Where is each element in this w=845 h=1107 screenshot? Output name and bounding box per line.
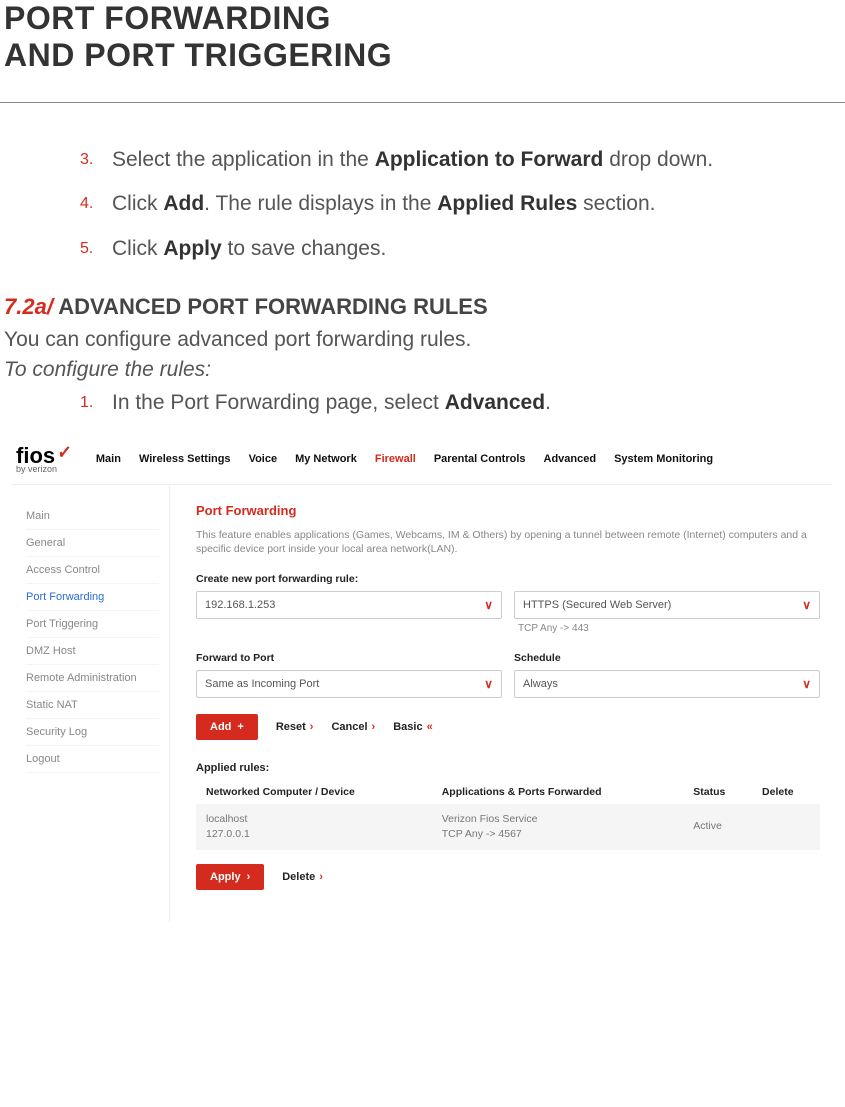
- step-text: Click Apply to save changes.: [112, 234, 386, 264]
- steps-list-a: 3. Select the application in the Applica…: [80, 145, 825, 264]
- sidebar-item-remote-admin[interactable]: Remote Administration: [26, 665, 159, 692]
- cell-device: localhost127.0.0.1: [196, 804, 432, 849]
- chevron-right-icon: ›: [310, 721, 314, 733]
- plus-icon: +: [237, 721, 243, 733]
- sidebar-item-port-triggering[interactable]: Port Triggering: [26, 611, 159, 638]
- top-bar: fios✓ by verizon Main Wireless Settings …: [12, 441, 832, 484]
- intro-text: You can configure advanced port forwardi…: [4, 328, 845, 352]
- schedule-select[interactable]: Always ∨: [514, 670, 820, 698]
- th-status: Status: [683, 782, 752, 804]
- delete-button[interactable]: Delete ›: [282, 871, 323, 883]
- router-ui-screenshot: fios✓ by verizon Main Wireless Settings …: [12, 441, 832, 922]
- step-text: Click Add. The rule displays in the Appl…: [112, 189, 656, 219]
- basic-button[interactable]: Basic «: [393, 721, 432, 733]
- content-description: This feature enables applications (Games…: [196, 528, 820, 557]
- add-button[interactable]: Add+: [196, 714, 258, 740]
- step-1: 1. In the Port Forwarding page, select A…: [80, 388, 825, 418]
- nav-wireless[interactable]: Wireless Settings: [139, 453, 231, 465]
- reset-button[interactable]: Reset›: [276, 721, 314, 733]
- nav-firewall[interactable]: Firewall: [375, 453, 416, 465]
- check-icon: ✓: [57, 442, 73, 464]
- content-panel: Port Forwarding This feature enables app…: [170, 485, 832, 922]
- nav-main[interactable]: Main: [96, 453, 121, 465]
- chevron-down-icon: ∨: [484, 598, 493, 612]
- sidebar-item-main[interactable]: Main: [26, 503, 159, 530]
- apply-button[interactable]: Apply ›: [196, 864, 264, 890]
- subintro-text: To configure the rules:: [4, 358, 845, 382]
- step-number: 3.: [80, 145, 112, 175]
- cell-status: Active: [683, 804, 752, 849]
- steps-list-b: 1. In the Port Forwarding page, select A…: [80, 388, 825, 418]
- fios-logo: fios✓ by verizon: [16, 445, 72, 474]
- applied-rules-label: Applied rules:: [196, 762, 820, 774]
- top-nav: Main Wireless Settings Voice My Network …: [96, 453, 713, 465]
- sidebar-item-static-nat[interactable]: Static NAT: [26, 692, 159, 719]
- nav-advanced[interactable]: Advanced: [544, 453, 597, 465]
- nav-parental[interactable]: Parental Controls: [434, 453, 526, 465]
- step-text: In the Port Forwarding page, select Adva…: [112, 388, 551, 418]
- chevron-down-icon: ∨: [802, 598, 811, 612]
- chevron-right-icon: ›: [247, 871, 251, 883]
- step-number: 1.: [80, 388, 112, 418]
- step-4: 4. Click Add. The rule displays in the A…: [80, 189, 825, 219]
- cancel-button[interactable]: Cancel›: [331, 721, 375, 733]
- sidebar-item-dmz[interactable]: DMZ Host: [26, 638, 159, 665]
- forward-port-select[interactable]: Same as Incoming Port ∨: [196, 670, 502, 698]
- chevron-right-icon: ›: [372, 721, 376, 733]
- chevron-right-icon: ›: [319, 871, 323, 883]
- schedule-label: Schedule: [514, 652, 820, 664]
- create-rule-label: Create new port forwarding rule:: [196, 573, 820, 585]
- chevron-double-left-icon: «: [427, 721, 433, 733]
- step-number: 5.: [80, 234, 112, 264]
- th-apps: Applications & Ports Forwarded: [432, 782, 684, 804]
- chevron-down-icon: ∨: [484, 677, 493, 691]
- cell-delete: [752, 804, 820, 849]
- nav-voice[interactable]: Voice: [249, 453, 278, 465]
- sidebar: Main General Access Control Port Forward…: [12, 485, 170, 922]
- content-title: Port Forwarding: [196, 503, 820, 518]
- sidebar-item-general[interactable]: General: [26, 530, 159, 557]
- sidebar-item-access-control[interactable]: Access Control: [26, 557, 159, 584]
- sidebar-item-logout[interactable]: Logout: [26, 746, 159, 773]
- sidebar-item-port-forwarding[interactable]: Port Forwarding: [26, 584, 159, 611]
- table-row: localhost127.0.0.1 Verizon Fios ServiceT…: [196, 804, 820, 849]
- chevron-down-icon: ∨: [802, 677, 811, 691]
- ip-select[interactable]: 192.168.1.253 ∨: [196, 591, 502, 619]
- applied-rules-table: Networked Computer / Device Applications…: [196, 782, 820, 849]
- cell-apps: Verizon Fios ServiceTCP Any -> 4567: [432, 804, 684, 849]
- nav-sysmon[interactable]: System Monitoring: [614, 453, 713, 465]
- th-device: Networked Computer / Device: [196, 782, 432, 804]
- step-number: 4.: [80, 189, 112, 219]
- step-5: 5. Click Apply to save changes.: [80, 234, 825, 264]
- th-delete: Delete: [752, 782, 820, 804]
- section-heading: 7.2a/ ADVANCED PORT FORWARDING RULES: [4, 294, 845, 320]
- step-text: Select the application in the Applicatio…: [112, 145, 713, 175]
- nav-mynetwork[interactable]: My Network: [295, 453, 357, 465]
- sidebar-item-security-log[interactable]: Security Log: [26, 719, 159, 746]
- forward-port-label: Forward to Port: [196, 652, 502, 664]
- application-select[interactable]: HTTPS (Secured Web Server) ∨: [514, 591, 820, 619]
- app-subtext: TCP Any -> 443: [518, 623, 820, 634]
- page-title: PORT FORWARDING AND PORT TRIGGERING: [0, 0, 845, 103]
- step-3: 3. Select the application in the Applica…: [80, 145, 825, 175]
